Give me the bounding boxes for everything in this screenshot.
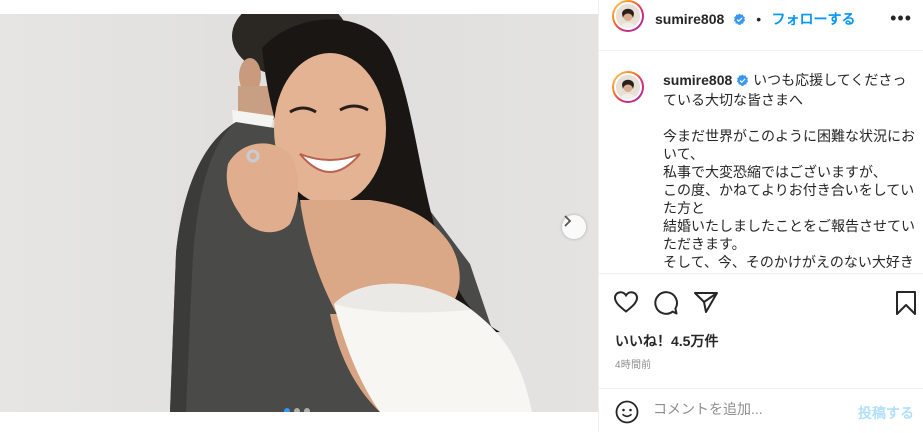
instagram-post-window: sumire808 • フォローする ••• sumire808 いつも応援して… [0, 0, 923, 432]
caption-text-block: sumire808 いつも応援してくださっている大切な皆さまへ 今まだ世界がこの… [663, 71, 918, 271]
verified-badge-icon [736, 73, 749, 91]
caption-area: sumire808 いつも応援してくださっている大切な皆さまへ 今まだ世界がこの… [599, 51, 923, 274]
carousel-dot [294, 408, 300, 412]
carousel-dot [284, 408, 290, 412]
post-timestamp[interactable]: 4時間前 [615, 356, 651, 371]
comment-bar: 投稿する [599, 388, 923, 433]
heart-icon[interactable] [613, 290, 639, 319]
verified-badge-icon [733, 13, 746, 31]
caption-avatar[interactable] [612, 71, 644, 103]
action-bar [599, 286, 923, 320]
post-photo[interactable] [0, 14, 598, 412]
avatar-image [614, 73, 642, 101]
paper-plane-icon[interactable] [693, 290, 719, 319]
carousel-indicator [284, 408, 310, 412]
next-slide-button[interactable] [562, 215, 586, 239]
avatar-image [614, 2, 642, 30]
separator-dot: • [756, 11, 762, 27]
post-comment-button[interactable]: 投稿する [858, 403, 914, 423]
bookmark-icon[interactable] [895, 290, 917, 321]
caption-body: いつも応援してくださっている大切な皆さまへ 今まだ世界がこのように困難な状況にお… [663, 72, 915, 270]
follow-button[interactable]: フォローする [772, 11, 856, 27]
more-options-icon[interactable]: ••• [890, 8, 912, 29]
chevron-right-icon [564, 215, 572, 227]
avatar[interactable] [612, 0, 644, 32]
post-header: sumire808 • フォローする ••• [599, 0, 923, 51]
emoji-icon[interactable] [615, 400, 639, 429]
header-title-row: sumire808 • フォローする [655, 9, 856, 31]
comment-input[interactable] [653, 401, 843, 417]
username-link[interactable]: sumire808 [655, 11, 724, 27]
like-count[interactable]: いいね！4.5万件 [615, 331, 718, 351]
carousel-dot [304, 408, 310, 412]
post-side-panel: sumire808 • フォローする ••• sumire808 いつも応援して… [598, 0, 923, 432]
caption-username-link[interactable]: sumire808 [663, 72, 732, 88]
wedding-photo-illustration [170, 14, 532, 412]
comment-icon[interactable] [653, 290, 679, 321]
